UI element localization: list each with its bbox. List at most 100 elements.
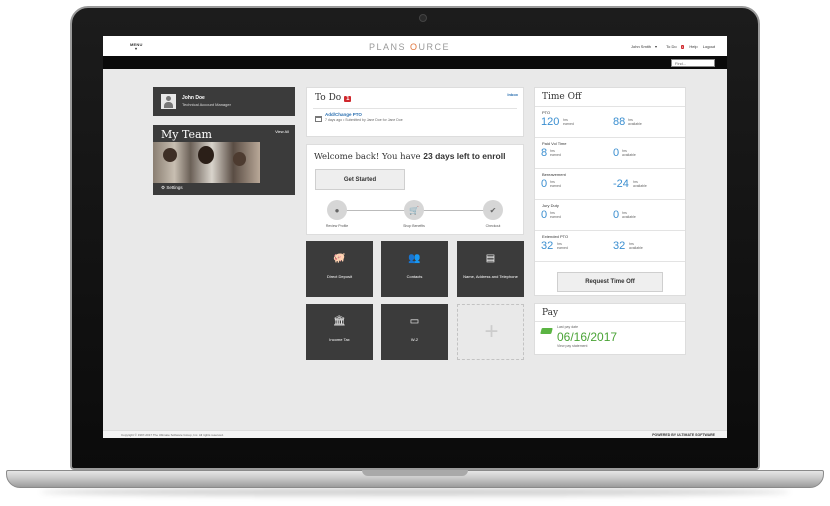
enrollment-card: Welcome back! You have 23 days left to e… — [306, 144, 524, 235]
search-input[interactable]: Find... — [671, 59, 715, 67]
planSource-logo: PLANS OURCE — [369, 42, 450, 52]
unit-label: earned — [563, 122, 574, 126]
unit-available: hrs available — [629, 242, 643, 250]
unit-earned: hrs earned — [563, 118, 574, 126]
divider — [535, 321, 685, 322]
user-profile-card[interactable]: John Doe Technical Account Manager — [153, 87, 295, 116]
gear-icon: ⚙ — [161, 185, 166, 190]
unit-label: available — [629, 246, 643, 250]
team-photo — [153, 142, 260, 183]
view-all-link[interactable]: View All — [275, 129, 289, 134]
footer: Copyright © 1997-2017 The Ultimate Softw… — [103, 430, 727, 438]
w2-tile[interactable]: ▭ W-2 — [381, 304, 448, 360]
unit-label: earned — [557, 246, 568, 250]
tile-label: Name, Address and Telephone — [463, 274, 518, 279]
unit-available: hrs available — [622, 149, 636, 157]
laptop-mockup: MENU PLANS OURCE John Smith▾ To Do1 Help… — [0, 0, 830, 506]
step-label: Checkout — [485, 224, 501, 228]
time-off-row: Paid Vol Time 8 hrs earned 0 hrs available — [535, 138, 685, 169]
my-team-card: My Team View All ⚙ Settings — [153, 125, 295, 195]
hours-earned: 0 — [541, 209, 548, 221]
search-bar-strip — [103, 56, 727, 69]
avatar — [161, 94, 176, 109]
hours-earned: 32 — [541, 240, 554, 252]
settings-label: Settings — [166, 185, 183, 190]
unit-label: available — [628, 122, 642, 126]
inbox-link[interactable]: Inbox — [507, 92, 518, 97]
get-started-button[interactable]: Get Started — [315, 169, 405, 190]
menu-button[interactable]: MENU — [130, 42, 143, 51]
contacts-tile[interactable]: 👥 Contacts — [381, 241, 448, 297]
camera-icon — [419, 14, 427, 22]
my-team-title: My Team — [161, 128, 212, 141]
unit-label: earned — [550, 184, 561, 188]
tile-label: Income Tax — [329, 337, 350, 342]
user-title: Technical Account Manager — [182, 102, 231, 107]
bank-building-icon: 🏛 — [333, 316, 346, 327]
logout-link[interactable]: Logout — [703, 44, 715, 49]
request-time-off-button[interactable]: Request Time Off — [557, 272, 663, 292]
unit-label: available — [622, 153, 636, 157]
view-pay-statement-link[interactable]: View pay statement — [557, 344, 587, 348]
help-link[interactable]: Help — [689, 44, 697, 49]
tile-label: Contacts — [406, 274, 423, 279]
contacts-icon: 👥 — [408, 253, 421, 264]
piggy-bank-icon: 🐖 — [333, 253, 346, 264]
todo-link-label: To Do — [666, 44, 677, 49]
shop-benefits-step-icon[interactable]: 🛒 — [404, 200, 424, 220]
unit-available: hrs available — [622, 211, 636, 219]
time-off-row: Extended PTO 32 hrs earned 32 hrs availabl… — [535, 231, 685, 262]
hours-available: 88 — [613, 116, 626, 128]
welcome-text: Welcome back! You have — [314, 152, 424, 162]
review-profile-step-icon[interactable]: ● — [327, 200, 347, 220]
money-icon — [540, 328, 553, 334]
plus-icon: + — [484, 318, 499, 345]
step-label: Shop Benefits — [403, 224, 425, 228]
w2-form-icon: ▭ — [409, 316, 420, 327]
add-tile[interactable]: + — [457, 304, 524, 360]
time-off-row: Jury Duty 0 hrs earned 0 hrs available — [535, 200, 685, 231]
todo-link[interactable]: To Do 1 — [662, 44, 685, 49]
logo-text-right: URCE — [418, 42, 451, 52]
pay-title: Pay — [542, 308, 559, 318]
todo-item-link[interactable]: Add/Change PTO — [325, 112, 362, 117]
unit-earned: hrs earned — [557, 242, 568, 250]
top-links: John Smith ▾ To Do 1 Help Logout — [627, 44, 715, 49]
time-off-row: PTO 120 hrs earned 88 hrs available — [535, 107, 685, 138]
last-pay-date: 06/16/2017 — [557, 330, 618, 344]
settings-link[interactable]: ⚙ Settings — [161, 185, 183, 191]
time-off-type: Paid Vol Time — [542, 141, 567, 146]
todo-card: To Do 1 Inbox Add/Change PTO 7 days ago … — [306, 87, 524, 137]
direct-deposit-tile[interactable]: 🐖 Direct Deposit — [306, 241, 373, 297]
user-name: John Doe — [182, 95, 205, 101]
last-pay-date-label: Last pay date — [557, 325, 579, 329]
time-off-type: PTO — [542, 110, 551, 115]
tile-label: Direct Deposit — [326, 274, 353, 279]
powered-by-text: POWERED BY ULTIMATE SOFTWARE — [652, 433, 715, 437]
checkout-step-icon[interactable]: ✔ — [483, 200, 503, 220]
hours-earned: 120 — [541, 116, 560, 128]
name-address-tile[interactable]: ▤ Name, Address and Telephone — [457, 241, 524, 297]
id-card-icon: ▤ — [485, 253, 496, 264]
user-menu-link[interactable]: John Smith — [631, 44, 651, 49]
time-off-row: Bereavement 0 hrs earned -24 hrs available — [535, 169, 685, 200]
income-tax-tile[interactable]: 🏛 Income Tax — [306, 304, 373, 360]
copyright-text: Copyright © 1997-2017 The Ultimate Softw… — [121, 433, 224, 437]
hours-earned: 0 — [541, 178, 548, 190]
hours-earned: 8 — [541, 147, 548, 159]
unit-earned: hrs earned — [550, 149, 561, 157]
welcome-message: Welcome back! You have 23 days left to e… — [314, 151, 505, 162]
step-label: Review Profile — [325, 224, 349, 228]
time-off-card: Time Off PTO 120 hrs earned 88 hrs availab… — [534, 87, 686, 296]
hours-available: 32 — [613, 240, 626, 252]
unit-earned: hrs earned — [550, 211, 561, 219]
hours-available: 0 — [613, 147, 620, 159]
logo-text-left: PLANS — [369, 42, 407, 52]
unit-label: earned — [550, 153, 561, 157]
divider — [313, 108, 517, 109]
todo-title: To Do 1 — [315, 93, 352, 103]
time-off-title: Time Off — [542, 92, 582, 102]
pay-card: Pay Last pay date 06/16/2017 View pay st… — [534, 303, 686, 355]
laptop-notch — [362, 470, 468, 476]
unit-earned: hrs earned — [550, 180, 561, 188]
